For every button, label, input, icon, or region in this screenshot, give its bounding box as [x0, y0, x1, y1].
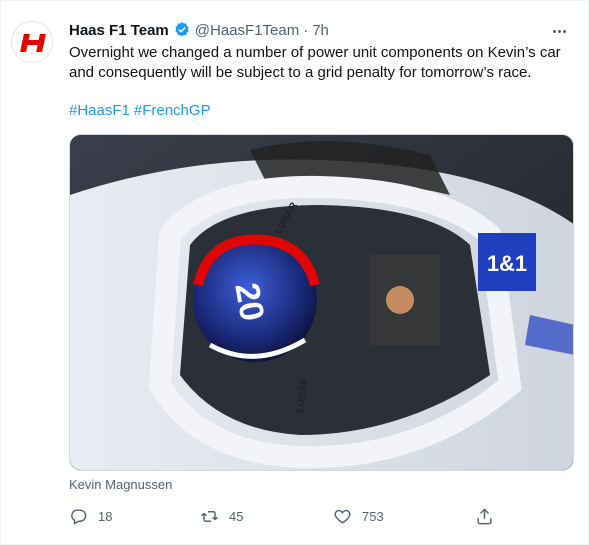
like-count: 753	[362, 508, 384, 524]
more-options-button[interactable]	[548, 23, 570, 39]
like-button[interactable]: 753	[333, 505, 384, 527]
reply-icon	[71, 508, 87, 525]
hashtags: #HaasF1 #FrenchGP	[69, 101, 211, 121]
tweet-media-image[interactable]: 20 1&1 LUNAR LUNAR	[69, 134, 574, 471]
more-options-icon	[552, 29, 556, 33]
retweet-count: 45	[229, 508, 244, 524]
heart-icon	[334, 509, 351, 524]
sponsor-label: 1&1	[487, 251, 527, 276]
author-name[interactable]: Haas F1 Team	[69, 22, 169, 39]
retweet-icon	[201, 510, 218, 522]
avatar[interactable]	[11, 21, 53, 63]
share-button[interactable]	[475, 505, 494, 527]
hashtag-link[interactable]: #FrenchGP	[134, 101, 211, 121]
reply-button[interactable]: 18	[69, 505, 112, 527]
verified-badge-icon	[175, 22, 189, 37]
haas-logo-icon	[13, 23, 52, 62]
media-caption[interactable]: Kevin Magnussen	[69, 477, 172, 492]
header-separator: ·	[303, 21, 309, 39]
car-number-label: 20	[227, 280, 271, 324]
car-cockpit-photo: 20 1&1 LUNAR LUNAR	[70, 135, 573, 470]
author-handle[interactable]: @HaasF1Team	[195, 22, 299, 39]
timestamp[interactable]: 7h	[312, 22, 329, 39]
tweet-card[interactable]: Haas F1 Team @HaasF1Team · 7h Overnight …	[0, 0, 589, 545]
tweet-actions: 18 45 753	[69, 505, 499, 527]
tweet-text: Overnight we changed a number of power u…	[69, 44, 561, 81]
reply-count: 18	[98, 508, 113, 524]
share-icon	[477, 507, 492, 524]
tweet-header: Haas F1 Team @HaasF1Team · 7h	[69, 19, 329, 41]
hashtag-link[interactable]: #HaasF1	[69, 101, 130, 121]
retweet-button[interactable]: 45	[200, 505, 243, 527]
